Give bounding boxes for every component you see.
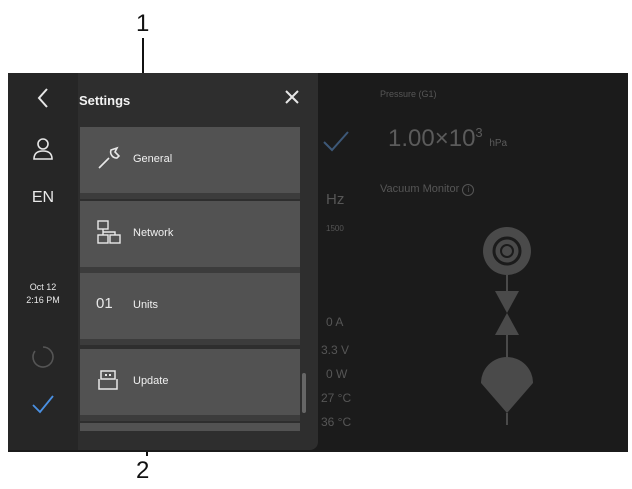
check-icon — [323, 131, 349, 152]
callout-1: 1 — [136, 10, 150, 37]
settings-item-update[interactable]: Update — [80, 349, 300, 415]
spinner-icon — [8, 345, 78, 374]
usb-icon — [98, 370, 118, 390]
units-icon: 01 — [96, 295, 113, 312]
reading-temp-2: 36 °C — [321, 415, 352, 429]
callout-2: 2 — [136, 457, 150, 484]
vacuum-monitor-text: Vacuum Monitor — [380, 183, 460, 195]
date-label: Oct 12 — [29, 282, 57, 292]
settings-item-general[interactable]: General — [80, 127, 300, 193]
settings-item-label: Update — [133, 375, 169, 387]
network-icon — [97, 220, 121, 244]
vacuum-monitor-label: Vacuum Monitor i — [380, 183, 475, 196]
frequency-value: 1500 — [326, 224, 344, 233]
reading-temp-1: 27 °C — [321, 391, 352, 405]
settings-item-label: General — [133, 153, 173, 165]
settings-item-label: Network — [133, 227, 174, 239]
settings-item-units[interactable]: 01 Units — [80, 273, 300, 339]
reading-voltage: 3.3 V — [321, 343, 350, 357]
pressure-value: 1.00×103 hPa — [388, 125, 507, 153]
check-icon — [32, 395, 54, 414]
language-button[interactable]: EN — [8, 189, 78, 207]
user-button[interactable] — [8, 137, 78, 166]
divider — [80, 193, 300, 199]
close-button[interactable] — [284, 87, 300, 109]
chevron-left-icon — [37, 88, 48, 108]
reading-current: 0 A — [326, 315, 344, 329]
divider — [80, 415, 300, 421]
pressure-mantissa: 1.00×10 — [388, 125, 476, 152]
pressure-exponent: 3 — [475, 125, 483, 140]
frequency-unit: Hz — [326, 191, 345, 208]
reading-power: 0 W — [326, 367, 348, 381]
settings-item-network[interactable]: Network — [80, 201, 300, 267]
vacuum-diagram — [481, 227, 533, 425]
scrollbar[interactable] — [302, 373, 306, 413]
time-label: 2:16 PM — [26, 295, 60, 305]
wrench-icon — [98, 146, 121, 169]
device-screen: Pressure (G1) 1.00×103 hPa Hz 1500 Vacuu… — [8, 73, 628, 452]
confirm-button[interactable] — [8, 393, 78, 420]
panel-title: Settings — [79, 93, 131, 108]
pressure-label: Pressure (G1) — [380, 89, 437, 99]
divider — [80, 339, 300, 345]
settings-item-label: Units — [133, 299, 159, 311]
close-icon — [285, 90, 299, 104]
settings-panel: Settings EN Oct 12 2:16 PM General Netwo… — [8, 73, 318, 450]
settings-item-more[interactable] — [80, 423, 300, 431]
user-icon — [33, 138, 53, 160]
back-button[interactable] — [36, 87, 50, 113]
info-icon[interactable]: i — [462, 184, 475, 196]
pressure-unit: hPa — [489, 138, 508, 149]
